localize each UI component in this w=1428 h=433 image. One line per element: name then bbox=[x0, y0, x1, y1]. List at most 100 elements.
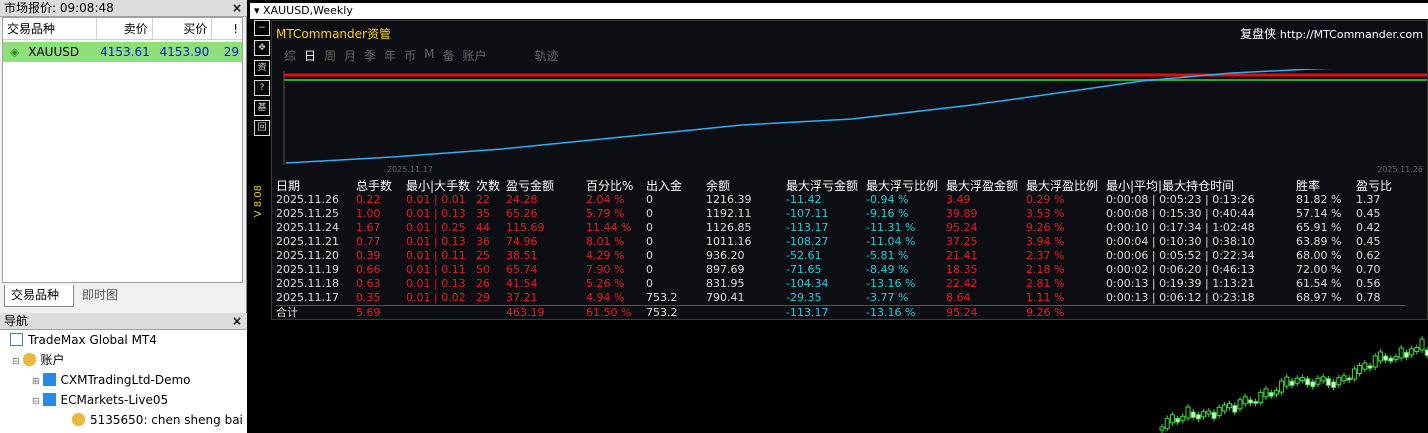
tab-notes[interactable]: 备 bbox=[442, 47, 454, 64]
tree-account[interactable]: 5135650: chen sheng bai bbox=[72, 410, 243, 430]
header-max-float-loss-pct[interactable]: 最大浮亏比例 bbox=[866, 179, 946, 193]
tab-monthly[interactable]: 月 bbox=[344, 47, 356, 64]
header-max-float-loss[interactable]: 最大浮亏金额 bbox=[786, 179, 866, 193]
close-icon[interactable]: × bbox=[232, 0, 242, 16]
cell-pct: 7.90 % bbox=[586, 263, 625, 276]
header-date[interactable]: 日期 bbox=[276, 179, 356, 193]
table-row[interactable]: 2025.11.26 0.22 0.01 | 0.01 22 24.28 2.04 % 0 1… bbox=[276, 193, 1406, 207]
cell-pct: 4.29 % bbox=[586, 249, 625, 262]
base-button[interactable]: 基 bbox=[254, 100, 270, 116]
tab-account[interactable]: 账户 bbox=[462, 47, 486, 64]
tab-magic[interactable]: M bbox=[424, 47, 434, 64]
tab-ticks[interactable]: 即时图 bbox=[76, 285, 134, 307]
return-button[interactable]: 回 bbox=[254, 120, 270, 136]
market-row[interactable]: ◈ XAUUSD 4153.61 4153.90 29 bbox=[3, 42, 242, 62]
header-max-float-profit-pct[interactable]: 最大浮盈比例 bbox=[1026, 179, 1106, 193]
col-symbol[interactable]: 交易品种 bbox=[3, 18, 98, 39]
cell-pnl: 38.51 bbox=[506, 249, 538, 262]
candle bbox=[1393, 356, 1399, 361]
cell-pnl-ratio: 0.45 bbox=[1356, 235, 1381, 248]
cell-hold-time: 0:00:02 | 0:06:20 | 0:46:13 bbox=[1106, 263, 1255, 276]
cell-max-float-profit-pct: 3.53 % bbox=[1026, 207, 1065, 220]
account-button[interactable]: 资 bbox=[254, 60, 270, 76]
tab-quarterly[interactable]: 季 bbox=[364, 47, 376, 64]
tab-weekly[interactable]: 周 bbox=[324, 47, 336, 64]
help-button[interactable]: ? bbox=[254, 80, 270, 96]
brand-name: 复盘侠 bbox=[1240, 27, 1277, 41]
col-spread[interactable]: ! bbox=[212, 18, 242, 39]
tab-track[interactable]: 轨迹 bbox=[535, 47, 559, 64]
header-balance[interactable]: 余额 bbox=[706, 179, 786, 193]
cell-min-max-lots: 0.01 | 0.11 bbox=[406, 263, 466, 276]
header-pct[interactable]: 百分比% bbox=[586, 179, 646, 193]
cell-max-float-profit-pct: 1.11 % bbox=[1026, 291, 1065, 304]
header-count[interactable]: 次数 bbox=[476, 179, 506, 193]
cell-max-float-profit: 18.35 bbox=[946, 263, 978, 276]
cell-balance: 1011.16 bbox=[706, 235, 752, 248]
candle bbox=[1398, 347, 1404, 359]
cell-balance: 790.41 bbox=[706, 291, 745, 304]
cell-total-lots: 0.77 bbox=[356, 235, 381, 248]
cell-win-rate: 72.00 % bbox=[1296, 263, 1342, 276]
cell-count: 50 bbox=[476, 263, 490, 276]
cell-balance: 1216.39 bbox=[706, 193, 752, 206]
tree-accounts[interactable]: ⊟ 账户 bbox=[12, 350, 65, 370]
header-hold-time[interactable]: 最小|平均|最大持仓时间 bbox=[1106, 179, 1296, 193]
cell-win-rate: 61.54 % bbox=[1296, 277, 1342, 290]
tab-summary[interactable]: 综 bbox=[284, 47, 296, 64]
close-icon[interactable]: × bbox=[232, 313, 242, 329]
candle bbox=[1263, 388, 1269, 398]
chart-window[interactable]: ▾ XAUUSD,Weekly − ✥ 资 ? 基 回 V 8.08 MTCom… bbox=[250, 0, 1428, 433]
header-min-max-lots[interactable]: 最小|大手数 bbox=[406, 179, 476, 193]
brand-url[interactable]: http://MTCommander.com bbox=[1280, 28, 1423, 41]
total-balance bbox=[706, 306, 786, 321]
cell-pnl-ratio: 0.42 bbox=[1356, 221, 1381, 234]
candle bbox=[1268, 392, 1274, 397]
cell-deposit: 0 bbox=[646, 193, 653, 206]
candle bbox=[1169, 414, 1175, 424]
table-row[interactable]: 2025.11.24 1.67 0.01 | 0.25 44 115.69 11.44 %… bbox=[276, 221, 1406, 235]
chevron-down-icon[interactable]: ▾ bbox=[254, 4, 263, 17]
symbol-cell: ◈ XAUUSD bbox=[3, 42, 97, 62]
daily-stats-table: 日期 总手数 最小|大手数 次数 盈亏金额 百分比% 出入金 余额 最大浮亏金额 最大浮亏比例 最大… bbox=[276, 179, 1406, 320]
header-pnl[interactable]: 盈亏金额 bbox=[506, 179, 586, 193]
cell-max-float-loss-pct: -11.04 % bbox=[866, 235, 916, 248]
tab-daily[interactable]: 日 bbox=[304, 47, 316, 64]
table-row[interactable]: 2025.11.18 0.63 0.01 | 0.13 26 41.54 5.26 % 0 8… bbox=[276, 277, 1406, 291]
mtc-brand[interactable]: 复盘侠 http://MTCommander.com bbox=[1240, 25, 1423, 42]
candle bbox=[1206, 410, 1212, 415]
cell-pct: 5.79 % bbox=[586, 207, 625, 220]
col-bid[interactable]: 卖价 bbox=[97, 18, 153, 39]
tree-server-1[interactable]: ⊞ CXMTradingLtd-Demo bbox=[32, 370, 191, 390]
table-row[interactable]: 2025.11.20 0.39 0.01 | 0.11 25 38.51 4.29 % 0 9… bbox=[276, 249, 1406, 263]
candle bbox=[1232, 405, 1238, 413]
tree-root[interactable]: TradeMax Global MT4 bbox=[10, 330, 157, 350]
bid-value: 4153.61 bbox=[100, 45, 150, 59]
tab-yearly[interactable]: 年 bbox=[384, 47, 396, 64]
header-win-rate[interactable]: 胜率 bbox=[1296, 179, 1356, 193]
move-icon[interactable]: ✥ bbox=[254, 40, 270, 56]
table-row[interactable]: 2025.11.19 0.66 0.01 | 0.11 50 65.74 7.90 % 0 8… bbox=[276, 263, 1406, 277]
candle bbox=[1388, 357, 1394, 362]
table-row[interactable]: 2025.11.21 0.77 0.01 | 0.13 36 74.96 8.01 % 0 1… bbox=[276, 235, 1406, 249]
table-row[interactable]: 2025.11.17 0.35 0.01 | 0.02 29 37.21 4.94 % 75… bbox=[276, 291, 1406, 306]
cell-hold-time: 0:00:04 | 0:10:30 | 0:38:10 bbox=[1106, 235, 1255, 248]
cell-total-lots: 0.22 bbox=[356, 193, 381, 206]
col-ask[interactable]: 买价 bbox=[153, 18, 213, 39]
header-deposit[interactable]: 出入金 bbox=[646, 179, 706, 193]
header-pnl-ratio[interactable]: 盈亏比 bbox=[1356, 179, 1406, 193]
cell-pnl: 37.21 bbox=[506, 291, 538, 304]
candle bbox=[1211, 411, 1217, 419]
header-total-lots[interactable]: 总手数 bbox=[356, 179, 406, 193]
equity-curve bbox=[283, 69, 1427, 165]
cell-deposit: 0 bbox=[646, 263, 653, 276]
minimize-button[interactable]: − bbox=[254, 20, 270, 36]
header-max-float-profit[interactable]: 最大浮盈金额 bbox=[946, 179, 1026, 193]
tab-symbols[interactable]: 交易品种 bbox=[4, 285, 74, 307]
table-row[interactable]: 2025.11.25 1.00 0.01 | 0.13 35 65.26 5.79 % 0 1… bbox=[276, 207, 1406, 221]
candle bbox=[1201, 411, 1207, 418]
cell-date: 2025.11.21 bbox=[276, 235, 339, 248]
tab-currency[interactable]: 币 bbox=[404, 47, 416, 64]
tree-server-2[interactable]: ⊟ ECMarkets-Live05 bbox=[32, 390, 168, 410]
cell-count: 35 bbox=[476, 207, 490, 220]
